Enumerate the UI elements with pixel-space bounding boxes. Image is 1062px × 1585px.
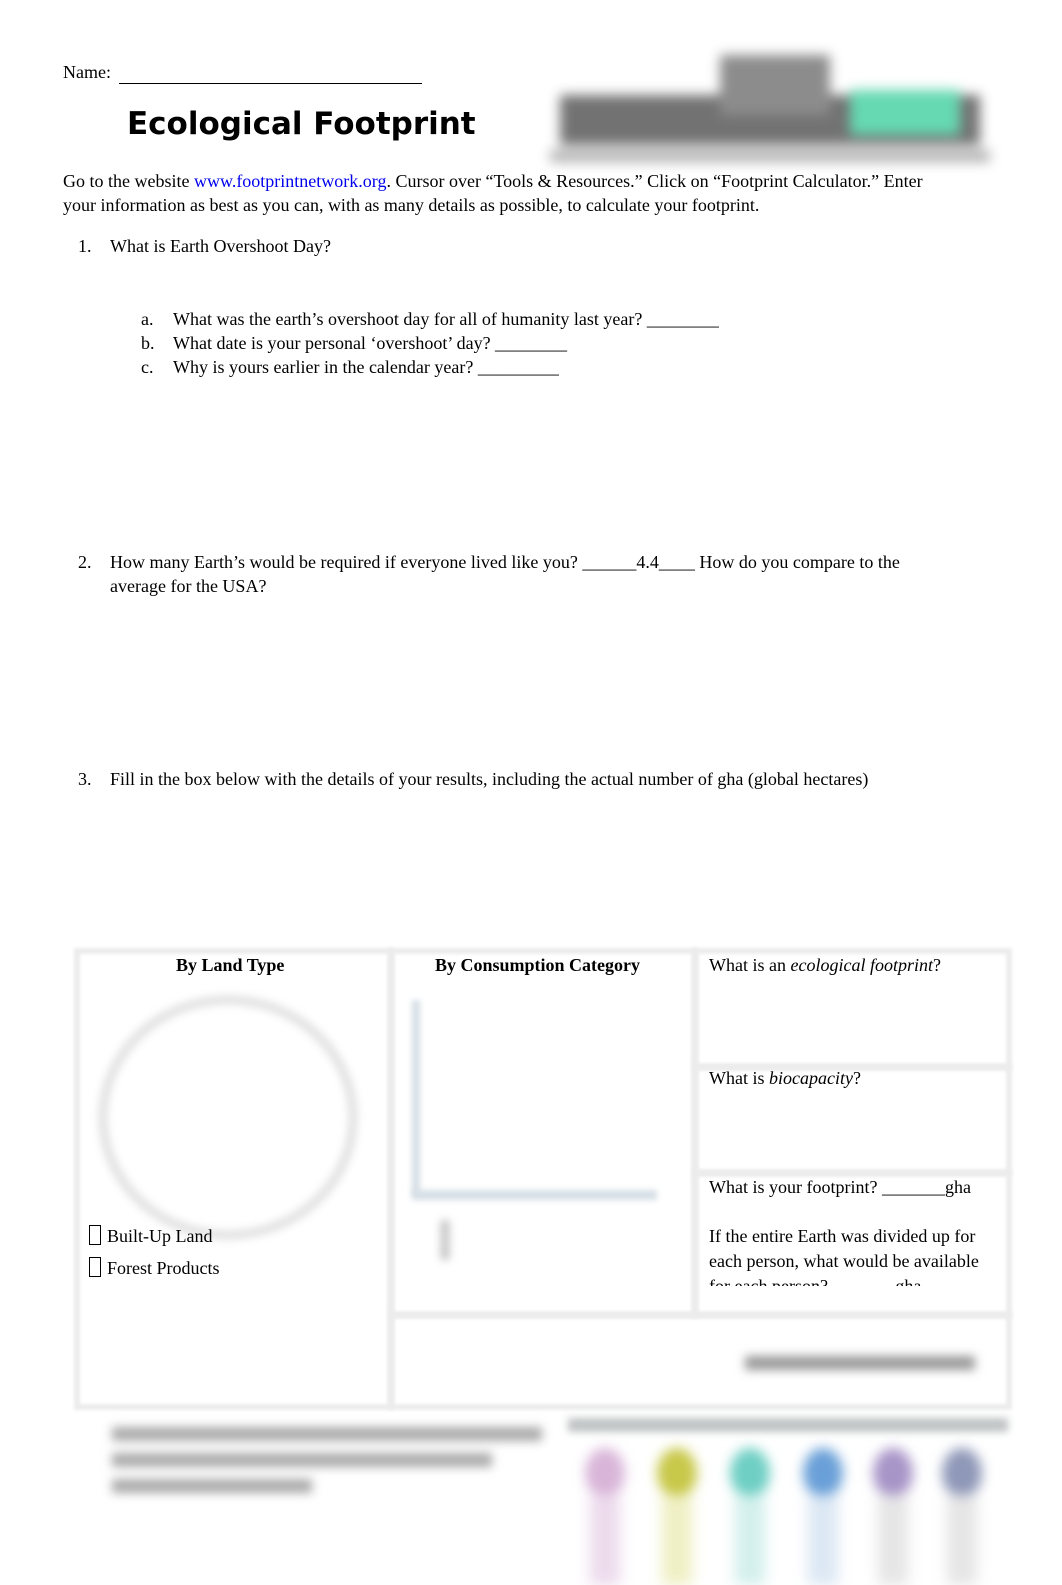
logo-image [550,55,990,162]
name-blank [119,62,423,84]
question-3: 3. Fill in the box below with the detail… [78,769,868,790]
text: If the entire Earth was divided up for [709,1226,976,1246]
intro-text: your information as best as you can, wit… [63,195,760,215]
sub-letter: a. [141,309,154,329]
question-number: 2. [78,552,92,572]
bulb-stem [590,1495,620,1585]
blurred-question-4 [80,1425,542,1493]
bulb-stem [808,1495,838,1585]
question-text: What is Earth Overshoot Day? [110,236,331,256]
bulb-stem [947,1495,977,1585]
checkbox[interactable] [89,1257,101,1277]
question-2: 2. How many Earth’s would be required if… [78,550,900,596]
checkbox[interactable] [89,1225,101,1245]
text: What is an [709,955,791,975]
legend-item: Built-Up Land [89,1220,220,1252]
axis-label [440,1220,450,1260]
footprint-question: What is your footprint? _______gha [709,1177,971,1197]
legend-item: Forest Products [89,1252,220,1284]
pie-chart-placeholder [98,995,358,1240]
text: each person, what would be available [709,1251,979,1271]
sub-question: What was the earth’s overshoot day for a… [173,309,719,329]
text: ecological footprint [790,955,933,975]
eco-question: What is an ecological footprint? [709,955,941,976]
bulb-icon [803,1448,843,1498]
question-number: 1. [78,236,92,256]
question-number: 3. [78,769,92,789]
divided-question: If the entire Earth was divided up for e… [709,1224,979,1286]
text: for each person? _______gha [709,1276,922,1286]
bulb-icon [730,1448,770,1498]
sub-letter: b. [141,333,155,353]
question-text: How many Earth’s would be required if ev… [110,552,900,572]
bio-question: What is biocapacity? [709,1068,861,1089]
question-1-subitems: a. What was the earth’s overshoot day for… [141,307,719,379]
infographic-header [568,1418,1008,1432]
bulb-icon [942,1448,982,1498]
consumption-cell [388,948,698,1318]
intro-paragraph: Go to the website www.footprintnetwork.o… [63,169,1003,217]
sub-question: Why is yours earlier in the calendar yea… [173,357,559,377]
text: What is [709,1068,769,1088]
bar-chart-y-axis [412,1000,420,1195]
intro-text: . Cursor over “Tools & Resources.” Click… [386,171,923,191]
text: ? [852,1068,861,1088]
bulb-icon [585,1448,625,1498]
legend-label: Forest Products [107,1258,220,1278]
blurred-text [745,1356,975,1370]
land-type-legend: Built-Up Land Forest Products [89,1220,220,1286]
question-text: Fill in the box below with the details o… [110,769,869,789]
bulb-stem [735,1495,765,1585]
name-label: Name: [63,62,111,82]
bulb-stem [662,1495,692,1585]
bulb-icon [873,1448,913,1498]
page-title: Ecological Footprint [127,106,476,142]
name-field: Name: [63,62,423,84]
question-text: average for the USA? [110,576,267,596]
question-1: 1. What is Earth Overshoot Day? [78,236,331,257]
sub-letter: c. [141,357,154,377]
website-link[interactable]: www.footprintnetwork.org [194,171,386,191]
land-type-header: By Land Type [176,955,285,975]
legend-item [89,1284,220,1286]
text: biocapacity [769,1068,853,1088]
sub-question: What date is your personal ‘overshoot’ d… [173,333,568,353]
bulb-icon [657,1448,697,1498]
intro-text: Go to the website [63,171,194,191]
text: ? [932,955,941,975]
legend-label: Built-Up Land [107,1226,213,1246]
bar-chart-x-axis [412,1190,657,1200]
consumption-header: By Consumption Category [435,955,641,975]
bulb-stem [878,1495,908,1585]
